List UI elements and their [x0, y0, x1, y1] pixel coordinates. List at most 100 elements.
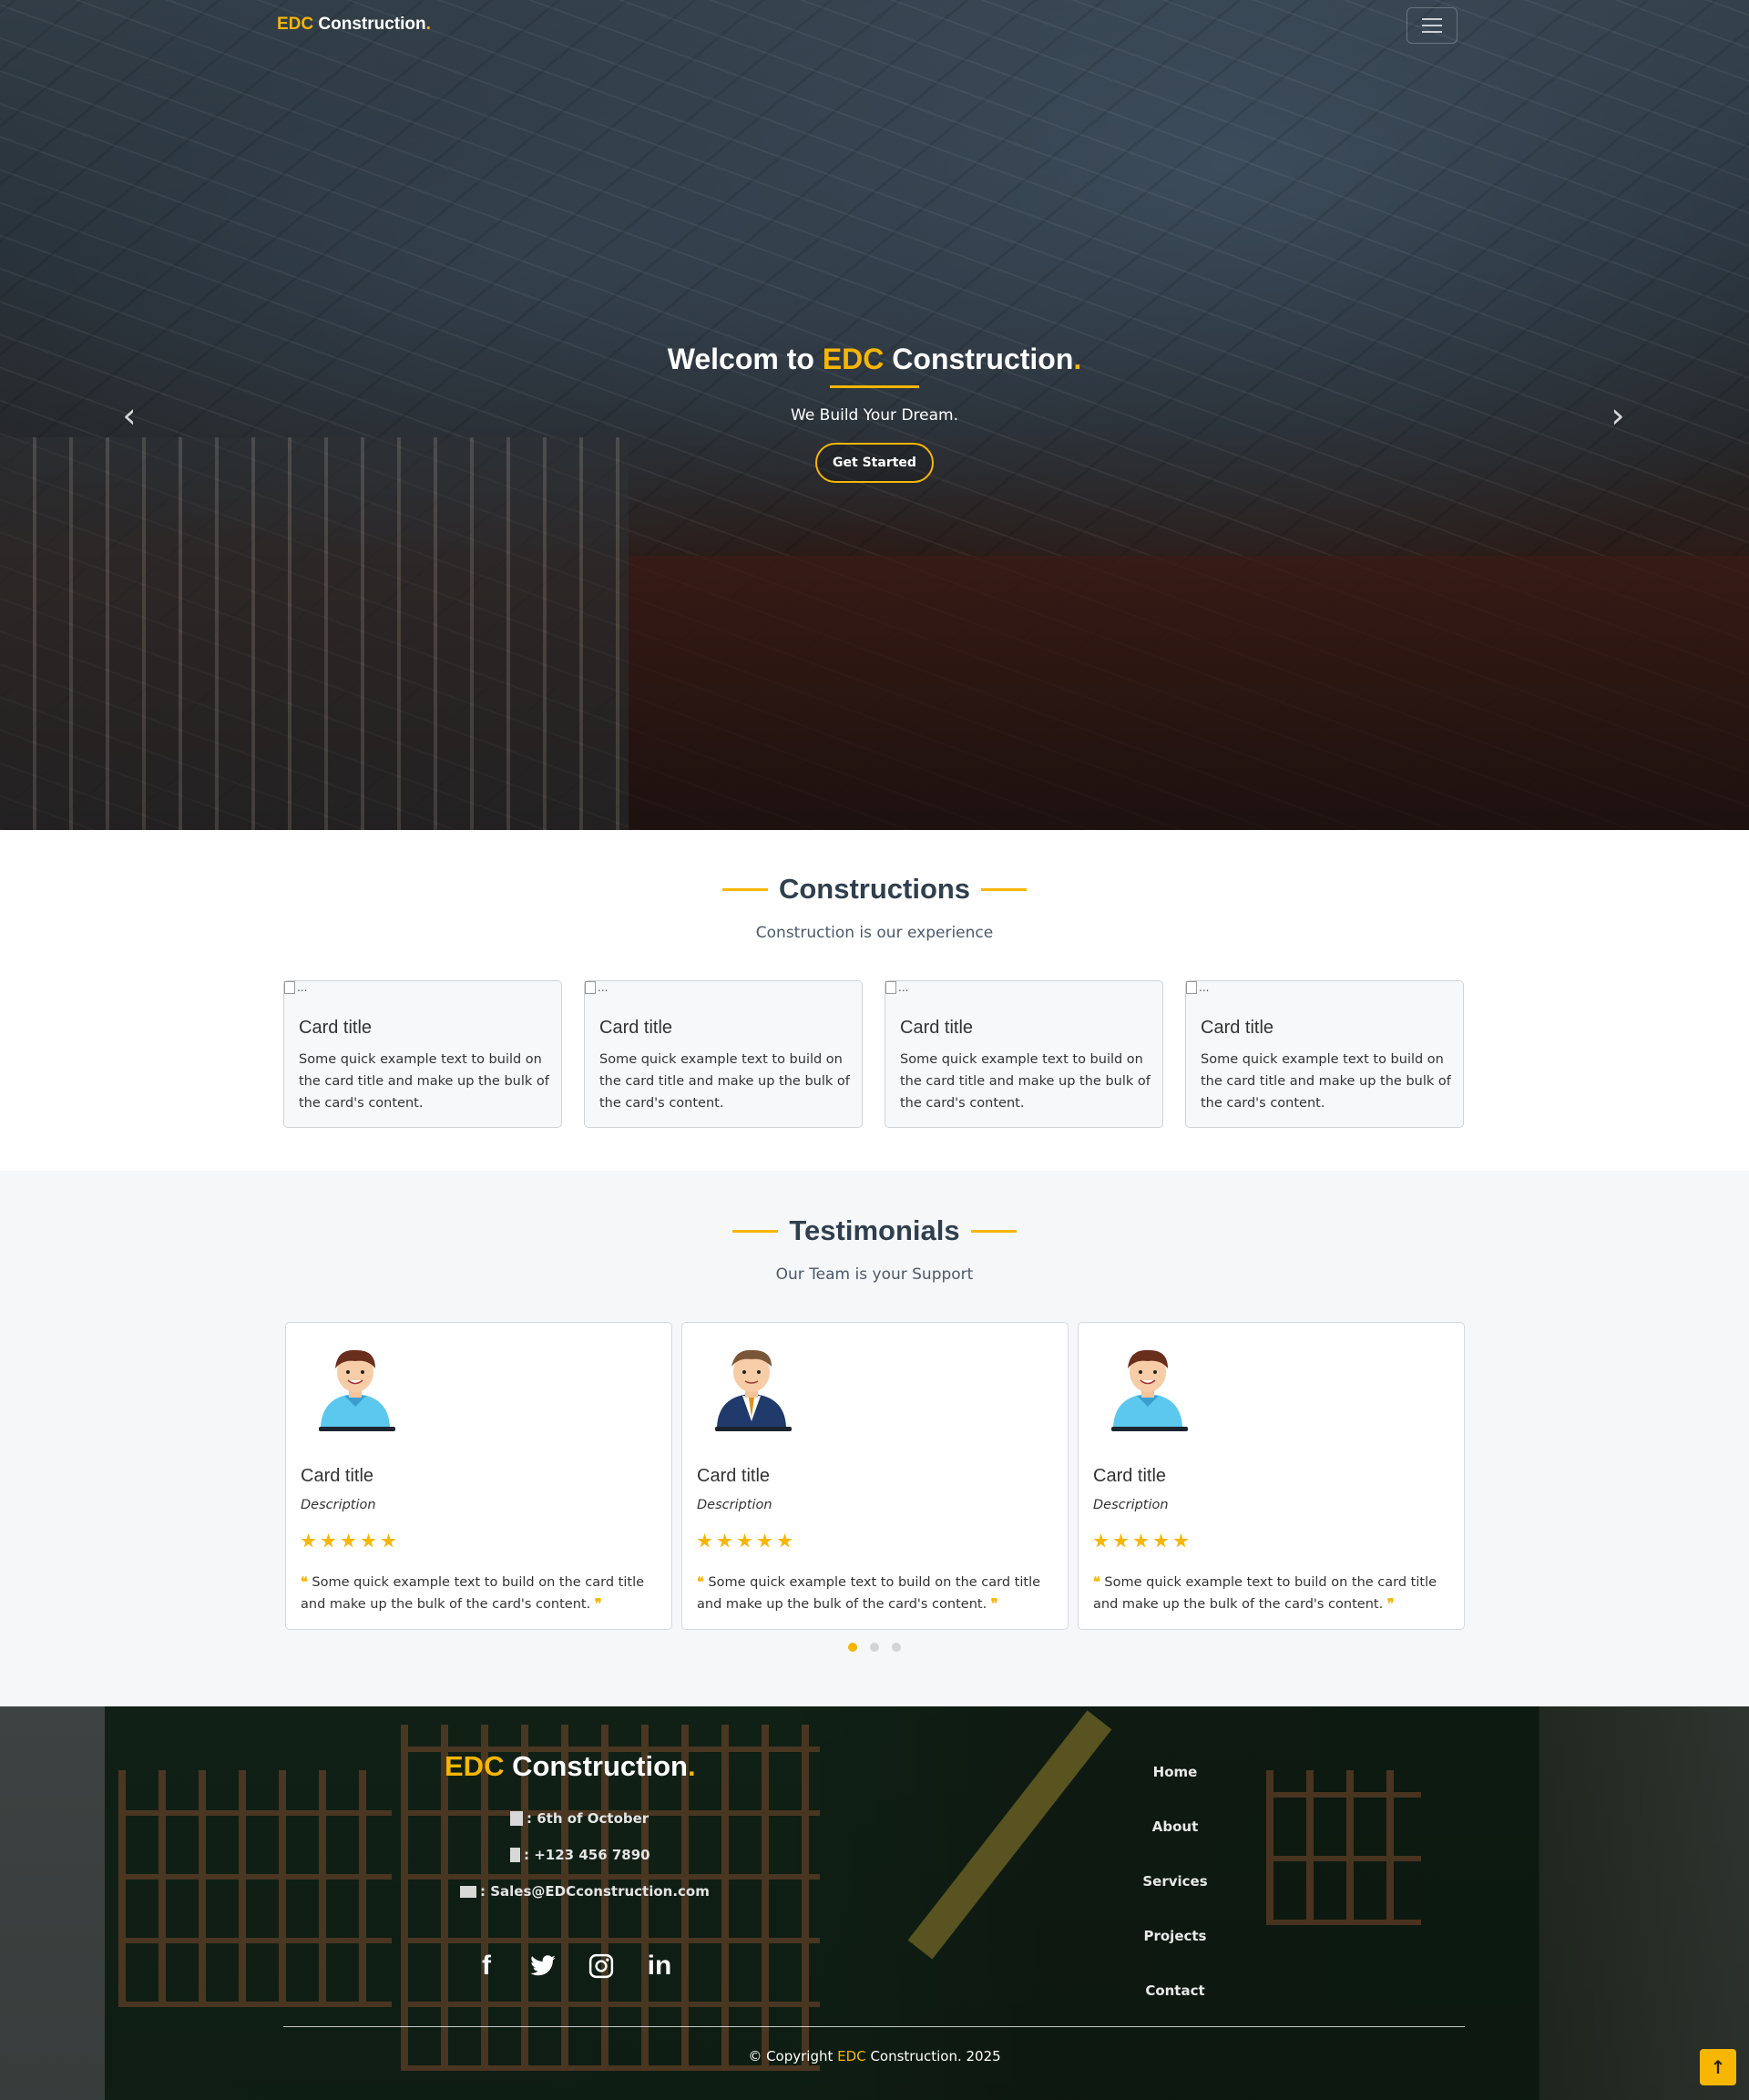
- broken-image-icon: [1186, 981, 1197, 994]
- mobile-phone-icon: [510, 1848, 520, 1862]
- broken-image-icon: [585, 981, 596, 994]
- footer-nav-contact[interactable]: Contact: [1130, 1982, 1221, 1999]
- carousel-indicators: [0, 1643, 1749, 1652]
- hero-carousel: EDC Construction. ‹ › Welcom to EDC Cons…: [0, 0, 1749, 830]
- card-title: Card title: [900, 1018, 974, 1038]
- hero-title: Welcom to EDC Construction.: [667, 343, 1082, 375]
- broken-image-icon: [284, 981, 295, 994]
- star-icon: [777, 1533, 793, 1548]
- twitter-icon[interactable]: [528, 1950, 557, 1982]
- footer-nav-about[interactable]: About: [1130, 1818, 1221, 1835]
- card-text: Some quick example text to build on the …: [900, 1052, 1151, 1111]
- quote-close-icon: ❞: [1386, 1596, 1395, 1612]
- testimonials-title: Testimonials: [721, 1214, 1027, 1247]
- card-image: ...: [1186, 981, 1209, 994]
- card-image: ...: [885, 981, 908, 994]
- suit-man-avatar: [715, 1349, 792, 1431]
- star-icon: [321, 1533, 336, 1548]
- card-image: ...: [284, 981, 307, 994]
- footer-divider: [283, 2026, 1465, 2027]
- footer-brand: EDC Construction.: [445, 1750, 696, 1782]
- footer-nav-services[interactable]: Services: [1130, 1873, 1221, 1890]
- testimonial-card: Card title Description ❝ Some quick exam…: [285, 1322, 672, 1630]
- quote-close-icon: ❞: [990, 1596, 998, 1612]
- card-text: Some quick example text to build on the …: [599, 1052, 850, 1111]
- testimonial-description: Description: [1093, 1498, 1169, 1512]
- hamburger-icon: [1422, 18, 1442, 33]
- star-icon: [301, 1533, 316, 1548]
- instagram-icon[interactable]: [587, 1950, 616, 1982]
- quote-close-icon: ❞: [594, 1596, 602, 1612]
- quote-open-icon: ❝: [697, 1574, 704, 1590]
- construction-card[interactable]: ... Card title Some quick example text t…: [1185, 980, 1464, 1128]
- testimonial-quote: ❝ Some quick example text to build on th…: [1093, 1574, 1437, 1612]
- copyright: © Copyright EDC Construction. 2025: [748, 2048, 1001, 2064]
- card-title: Card title: [299, 1018, 373, 1038]
- constructions-title: Constructions: [711, 873, 1038, 906]
- card-text: Some quick example text to build on the …: [299, 1052, 549, 1111]
- testimonials-subtitle: Our Team is your Support: [775, 1265, 974, 1284]
- testimonial-quote: ❝ Some quick example text to build on th…: [301, 1574, 645, 1612]
- hero-subtitle: We Build Your Dream.: [791, 406, 958, 425]
- star-icon: [1133, 1533, 1149, 1548]
- carousel-indicator[interactable]: [848, 1643, 857, 1652]
- testimonial-description: Description: [697, 1498, 772, 1512]
- rating-stars: [697, 1533, 793, 1549]
- broken-image-icon: [885, 981, 896, 994]
- facebook-icon[interactable]: f: [472, 1950, 501, 1982]
- navbar-toggler-button[interactable]: [1406, 7, 1458, 44]
- footer-nav-home[interactable]: Home: [1130, 1764, 1221, 1780]
- quote-open-icon: ❝: [1093, 1574, 1100, 1590]
- testimonial-card: Card title Description ❝ Some quick exam…: [1078, 1322, 1465, 1630]
- testimonial-card: Card title Description ❝ Some quick exam…: [681, 1322, 1069, 1630]
- quote-open-icon: ❝: [301, 1574, 308, 1590]
- construction-card[interactable]: ... Card title Some quick example text t…: [283, 980, 562, 1128]
- building-icon: [510, 1811, 523, 1826]
- footer-phone: : +123 456 7890: [510, 1847, 650, 1863]
- rating-stars: [301, 1533, 396, 1549]
- star-icon: [381, 1533, 396, 1548]
- rating-stars: [1093, 1533, 1189, 1549]
- construction-card[interactable]: ... Card title Some quick example text t…: [584, 980, 863, 1128]
- card-image: ...: [585, 981, 608, 994]
- testimonial-title: Card title: [697, 1466, 771, 1486]
- testimonial-title: Card title: [1093, 1466, 1167, 1486]
- hero-divider: [830, 385, 919, 388]
- star-icon: [341, 1533, 356, 1548]
- get-started-button[interactable]: Get Started: [815, 443, 934, 483]
- linkedin-icon[interactable]: in: [645, 1950, 674, 1982]
- envelope-icon: [460, 1885, 476, 1898]
- testimonials-header: Testimonials Our Team is your Support: [0, 1214, 1749, 1284]
- construction-card[interactable]: ... Card title Some quick example text t…: [885, 980, 1163, 1128]
- footer-nav-projects[interactable]: Projects: [1130, 1928, 1221, 1944]
- carousel-indicator[interactable]: [870, 1643, 879, 1652]
- constructions-subtitle: Construction is our experience: [755, 924, 994, 942]
- star-icon: [1113, 1533, 1129, 1548]
- casual-man-avatar: [319, 1349, 395, 1431]
- carousel-indicator[interactable]: [892, 1643, 901, 1652]
- navbar: EDC Construction.: [0, 0, 1749, 51]
- star-icon: [361, 1533, 376, 1548]
- star-icon: [697, 1533, 712, 1548]
- star-icon: [1173, 1533, 1189, 1548]
- footer-address: : 6th of October: [510, 1810, 649, 1827]
- back-to-top-button[interactable]: ↑: [1700, 2049, 1736, 2085]
- star-icon: [757, 1533, 772, 1548]
- footer: EDC Construction.: [0, 1706, 1749, 2100]
- navbar-brand[interactable]: EDC Construction.: [277, 15, 431, 35]
- hero-caption: Welcom to EDC Construction. We Build You…: [0, 343, 1749, 483]
- constructions-header: Constructions Construction is our experi…: [0, 873, 1749, 942]
- footer-email[interactable]: : Sales@EDCconstruction.com: [460, 1883, 710, 1900]
- card-title: Card title: [1201, 1018, 1274, 1038]
- star-icon: [1153, 1533, 1169, 1548]
- star-icon: [1093, 1533, 1109, 1548]
- testimonial-description: Description: [301, 1498, 376, 1512]
- arrow-up-icon: ↑: [1710, 2056, 1726, 2078]
- testimonial-title: Card title: [301, 1466, 374, 1486]
- casual-man-avatar: [1111, 1349, 1188, 1431]
- star-icon: [717, 1533, 732, 1548]
- card-text: Some quick example text to build on the …: [1201, 1052, 1451, 1111]
- testimonial-quote: ❝ Some quick example text to build on th…: [697, 1574, 1041, 1612]
- card-title: Card title: [599, 1018, 673, 1038]
- star-icon: [737, 1533, 752, 1548]
